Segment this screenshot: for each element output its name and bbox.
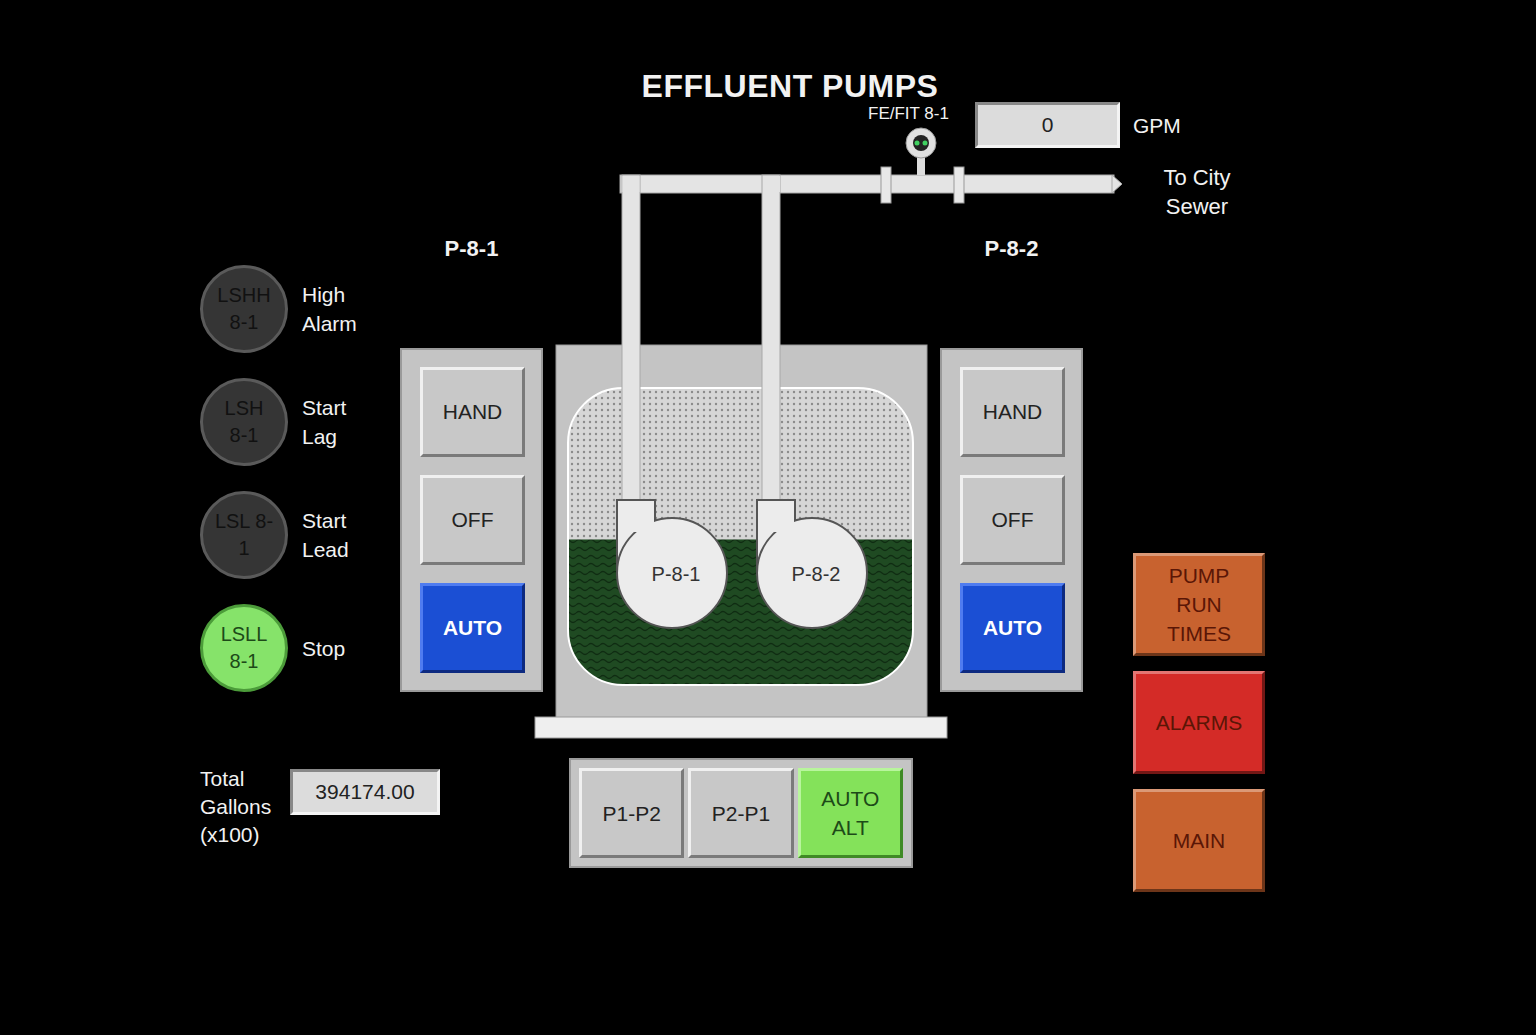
screen-title: EFFLUENT PUMPS [560,68,1020,105]
level-switch: LSH 8-1Start Lag [200,378,374,466]
level-switch-label: Stop [302,634,374,663]
pump-name: P-8-1 [652,563,701,585]
tank-base [535,717,947,738]
wet-well [568,388,913,685]
pump: P-8-2 [757,500,867,628]
mode-button[interactable]: AUTO [420,583,525,673]
mode-button[interactable]: OFF [960,475,1065,565]
sequence-button[interactable]: P1-P2 [579,768,684,858]
total-gallons: Total Gallons (x100)394174.00 [200,765,440,849]
level-switch: LSL 8-1Start Lead [200,491,374,579]
mode-button[interactable]: OFF [420,475,525,565]
level-lamp: LSHH 8-1 [200,265,288,353]
level-switch: LSHH 8-1High Alarm [200,265,374,353]
flow-meter-icon [881,128,964,203]
pump: P-8-1 [617,500,727,628]
discharge-pipe [620,175,1114,193]
mode-panel: HAND OFF AUTO [940,348,1083,692]
pump-name: P-8-2 [792,563,841,585]
mode-button[interactable]: HAND [420,367,525,457]
level-switch: LSLL 8-1 Stop [200,604,374,692]
level-switch-label: Start Lead [302,506,374,564]
pump-control: P-8-1 HAND OFF AUTO [400,236,543,692]
pump-label: P-8-2 [985,236,1039,262]
pump-control: P-8-2 HAND OFF AUTO [940,236,1083,692]
pump-label: P-8-1 [445,236,499,262]
nav-button[interactable]: PUMP RUN TIMES [1133,553,1265,656]
flow-meter-tag: FE/FIT 8-1 [868,104,949,124]
level-switch-label: Start Lag [302,393,374,451]
level-lamp: LSL 8-1 [200,491,288,579]
sequence-selector: P1-P2P2-P1AUTO ALT [569,758,913,868]
flow-unit: GPM [1133,114,1181,138]
level-lamp: LSH 8-1 [200,378,288,466]
hmi-screen: P-8-1 P-8-2 EFFLUENT PUMPSFE/FIT 8-1 0 GPM To… [0,0,1536,1035]
destination-label: To City Sewer [1148,163,1246,221]
level-switch-list: LSHH 8-1High AlarmLSH 8-1Start LagLSL 8-… [200,265,374,692]
riser-pipe [762,175,780,505]
flow-value: 0 [975,102,1120,148]
nav-button[interactable]: ALARMS [1133,671,1265,774]
navigation: PUMP RUN TIMES ALARMS MAIN [1133,553,1265,892]
nav-button[interactable]: MAIN [1133,789,1265,892]
total-value: 394174.00 [290,769,440,815]
mode-button[interactable]: AUTO [960,583,1065,673]
level-switch-label: High Alarm [302,280,374,338]
mode-button[interactable]: HAND [960,367,1065,457]
sequence-button[interactable]: AUTO ALT [798,768,903,858]
level-lamp: LSLL 8-1 [200,604,288,692]
sequence-button[interactable]: P2-P1 [688,768,793,858]
mode-panel: HAND OFF AUTO [400,348,543,692]
riser-pipe [622,175,640,505]
total-label: Total Gallons (x100) [200,765,290,849]
tank-frame [556,345,927,720]
